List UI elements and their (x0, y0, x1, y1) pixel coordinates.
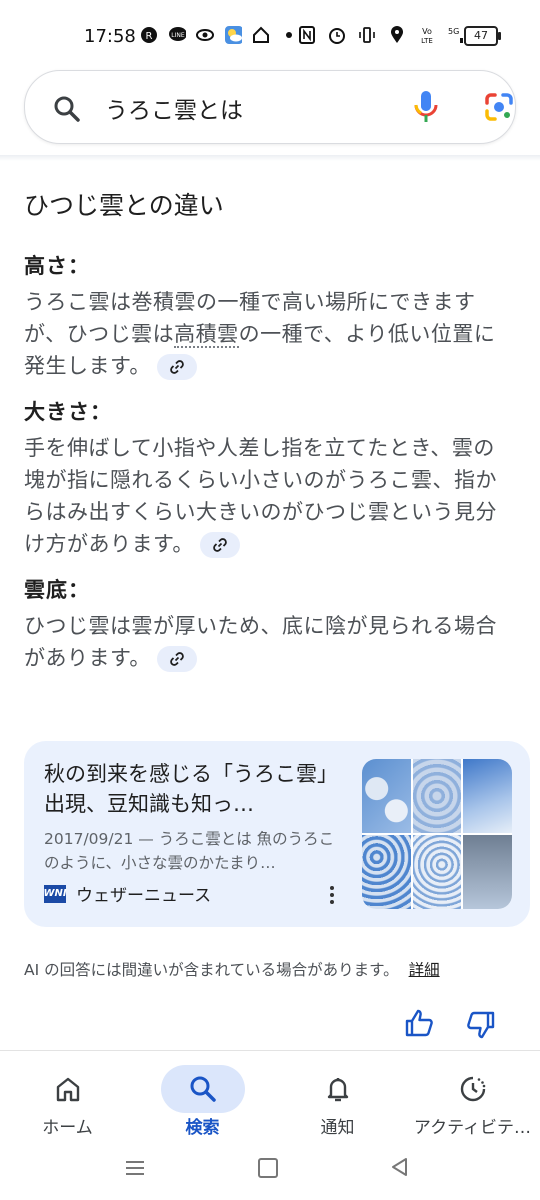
search-icon[interactable] (53, 95, 81, 127)
eye-icon (196, 26, 214, 44)
rakuten-icon: R (140, 26, 158, 44)
source-link-chip[interactable] (156, 354, 197, 380)
line-icon: LINE (168, 26, 186, 44)
source-link-chip[interactable] (199, 532, 240, 558)
mic-icon[interactable] (413, 89, 439, 129)
svg-text:LINE: LINE (171, 32, 185, 39)
more-options-icon[interactable] (324, 883, 340, 907)
ai-disclaimer: AI の回答には間違いが含まれている場合があります。 詳細 (24, 961, 440, 979)
section-title-size: 大きさ： (24, 400, 112, 424)
ai-overview: ひつじ雲との違い 高さ： うろこ雲は巻積雲の一種で高い場所にできますが、ひつじ雲… (24, 186, 516, 688)
alarm-icon (328, 26, 346, 44)
battery-indicator: 47 (464, 26, 501, 46)
search-box[interactable]: うろこ雲とは (24, 70, 516, 144)
card-title[interactable]: 秋の到来を感じる「うろこ雲」出現、豆知識も知っ… (44, 759, 344, 819)
section-body-size: 手を伸ばして小指や人差し指を立てたとき、雲の塊が指に隠れるくらい小さいのがうろこ… (24, 436, 497, 558)
home-button-icon[interactable] (258, 1158, 278, 1178)
notification-icons: R LINE (140, 26, 298, 44)
system-icons: Vo LTE 5G (298, 26, 466, 44)
svg-text:Vo: Vo (422, 27, 432, 36)
source-link-chip[interactable] (156, 646, 197, 672)
section-body-base: ひつじ雲は雲が厚いため、底に陰が見られる場合があります。 (24, 614, 497, 672)
glossary-term[interactable]: 高積雲 (174, 322, 239, 348)
nav-home[interactable]: ホーム (0, 1051, 135, 1151)
bottom-nav: ホーム 検索 通知 アクティビテ… (0, 1050, 540, 1151)
nfc-icon (298, 26, 316, 44)
link-icon (170, 360, 184, 374)
card-snippet: 2017/09/21 — うろこ雲とは 魚のうろこのように、小さな雲のかたまり… (44, 830, 335, 872)
section-title-base: 雲底： (24, 578, 90, 602)
weathernews-logo: WNI (43, 884, 67, 903)
card-source-name: ウェザーニュース (76, 886, 212, 906)
card-source: WNI ウェザーニュース (43, 881, 212, 906)
vibrate-icon (358, 26, 376, 44)
nav-notifications[interactable]: 通知 (270, 1051, 405, 1151)
nav-activity[interactable]: アクティビテ… (405, 1051, 540, 1151)
thumbs-down-icon[interactable] (466, 1010, 496, 1044)
network-label: 5G (448, 27, 459, 36)
source-card[interactable]: 秋の到来を感じる「うろこ雲」出現、豆知識も知っ… 2017/09/21 — うろ… (24, 741, 530, 927)
card-thumbnail (362, 759, 512, 909)
details-link[interactable]: 詳細 (409, 961, 440, 979)
status-time: 17:58 (84, 26, 136, 47)
thumbs-up-icon[interactable] (404, 1008, 434, 1042)
recent-apps-icon[interactable] (125, 1160, 145, 1180)
location-icon (388, 26, 406, 44)
answer-heading: ひつじ雲との違い (24, 191, 224, 220)
status-bar: 17:58 R LINE Vo LTE 5G 47 (0, 0, 540, 72)
home-icon[interactable] (26, 1065, 110, 1113)
header-divider (0, 155, 540, 161)
dot-icon (280, 26, 298, 44)
home-notify-icon (252, 26, 270, 44)
weather-icon (224, 26, 242, 44)
link-icon (213, 538, 227, 552)
svg-text:LTE: LTE (421, 37, 433, 44)
back-icon[interactable] (390, 1157, 410, 1181)
search-icon[interactable] (160, 1065, 245, 1113)
section-title-height: 高さ： (24, 254, 90, 278)
svg-text:R: R (146, 31, 153, 42)
volte-icon: Vo LTE (418, 26, 436, 44)
link-icon (170, 652, 184, 666)
section-body-height: うろこ雲は巻積雲の一種で高い場所にできますが、ひつじ雲は高積雲の一種で、より低い… (24, 290, 496, 380)
activity-icon[interactable] (431, 1065, 515, 1113)
bell-icon[interactable] (296, 1065, 380, 1113)
nav-search[interactable]: 検索 (135, 1051, 270, 1151)
search-query[interactable]: うろこ雲とは (105, 91, 243, 125)
lens-icon[interactable] (483, 91, 515, 127)
